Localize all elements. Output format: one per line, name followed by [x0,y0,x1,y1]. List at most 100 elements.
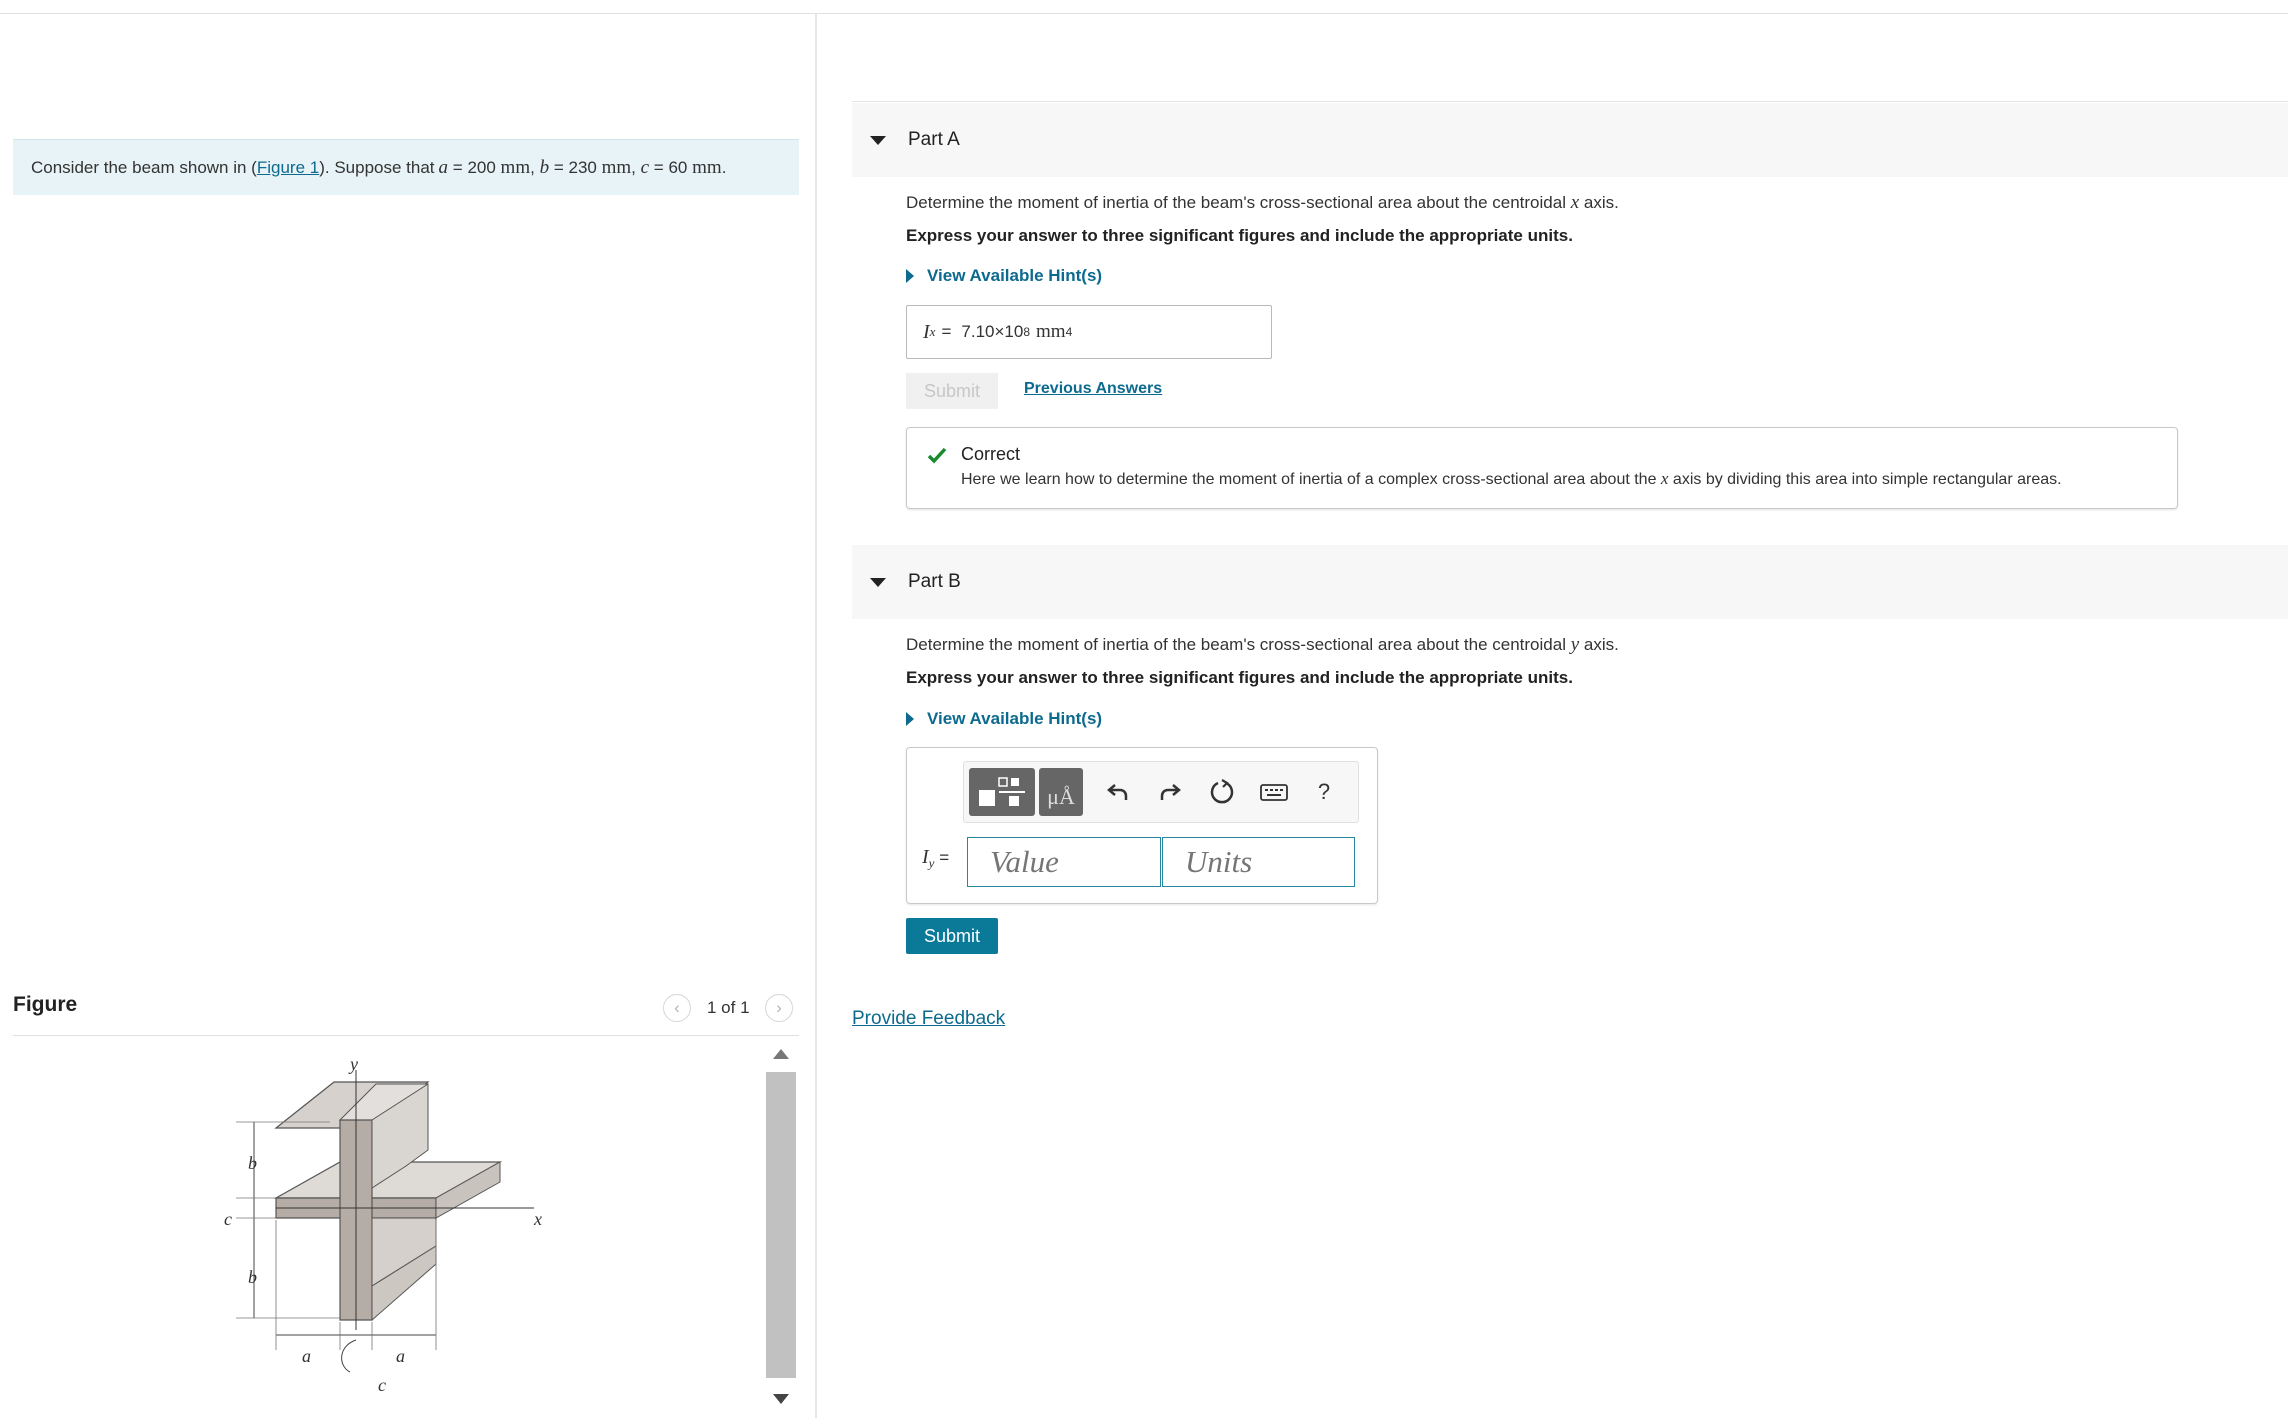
part-a-feedback: Correct Here we learn how to determine t… [906,427,2178,509]
figure-prev-button[interactable]: ‹ [663,994,691,1022]
problem-statement: Consider the beam shown in (Figure 1). S… [13,139,799,195]
problem-mid: ). Suppose that [319,157,435,177]
answer-unit: mm [1036,321,1066,342]
axis-symbol: x [1570,192,1580,213]
answer-subscript: x [929,324,936,339]
var-c: c [640,156,650,178]
answer-unit-exponent: 4 [1065,325,1073,339]
units-input[interactable] [1162,837,1355,887]
feedback-text: Here we learn how to determine the momen… [961,469,2062,489]
problem-prefix: Consider the beam shown in ( [31,157,257,177]
redo-button[interactable] [1152,774,1188,810]
part-a-top-border [852,101,2288,102]
help-icon: ? [1317,779,1331,804]
reset-button[interactable] [1204,774,1240,810]
part-b-label: Part B [908,571,961,592]
undo-button[interactable] [1100,774,1136,810]
beam-figure: y x b c b a a c [224,1054,542,1395]
part-b-question: Determine the moment of inertia of the b… [906,634,1619,656]
sep: , [530,157,535,177]
label-y-axis: y [348,1054,358,1074]
part-b-hint-toggle[interactable]: View Available Hint(s) [906,709,1102,729]
figure-counter: 1 of 1 [707,998,750,1017]
var-b: b [539,156,550,178]
answer-eq: = [939,848,950,867]
answer-symbol: I [923,320,930,343]
question-text-end: axis. [1579,635,1619,654]
math-toolbar: μÅ ? [963,761,1359,823]
value-input[interactable] [967,837,1161,887]
part-b-answer-editor: μÅ ? Iy = Value Units [906,747,1378,904]
part-b-header[interactable]: Part B [852,545,2288,619]
figure-next-button[interactable]: › [765,994,793,1022]
answer-eq: = [941,322,952,341]
c-unit: mm [692,156,722,178]
previous-answers-link[interactable]: Previous Answers [1024,380,1162,398]
hint-label: View Available Hint(s) [927,709,1103,728]
end-period: . [721,157,727,177]
part-a-hint-toggle[interactable]: View Available Hint(s) [906,266,1102,286]
eq-sign: = [553,157,564,177]
feedback-text-post: axis by dividing this area into simple r… [1668,471,2062,488]
answer-symbol: I [922,846,929,868]
label-x-axis: x [533,1209,542,1229]
a-unit: mm [500,156,531,178]
question-text-end: axis. [1579,193,1619,212]
part-a-instruction: Express your answer to three significant… [906,226,1573,245]
question-text: Determine the moment of inertia of the b… [906,193,1571,212]
keyboard-button[interactable] [1256,774,1292,810]
beam-drawing [236,1070,534,1373]
caret-right-icon [906,712,914,726]
scrollbar-thumb[interactable] [766,1072,796,1378]
label-a-right: a [396,1346,405,1366]
figure-title: Figure [13,993,78,1016]
figure-link[interactable]: Figure 1 [257,158,319,178]
answer-exponent: 8 [1023,325,1031,339]
pane-divider[interactable] [815,14,817,1418]
part-a-question: Determine the moment of inertia of the b… [906,192,1619,214]
units-icon: μÅ [1047,784,1075,809]
chevron-left-icon: ‹ [674,998,680,1017]
axis-symbol: y [1570,634,1580,655]
templates-icon [979,777,1025,806]
undo-icon [1107,784,1128,800]
b-unit: mm [601,156,632,178]
b-value: 230 [568,157,597,177]
sep: , [631,157,636,177]
a-value: 200 [467,157,496,177]
label-c-bottom: c [378,1375,386,1395]
redo-icon [1160,784,1181,800]
templates-button[interactable] [969,768,1035,816]
caret-down-icon [870,135,886,145]
part-a-answer-display: Ix = 7.10×10 8 mm 4 [906,305,1272,359]
units-button[interactable]: μÅ [1039,768,1083,816]
eq-sign: = [653,157,664,177]
keyboard-icon [1260,784,1288,801]
part-a-submit-button[interactable]: Submit [906,373,998,409]
eq-sign: = [452,157,463,177]
var-a: a [438,156,449,178]
caret-down-icon [870,577,886,587]
part-a-header[interactable]: Part A [852,103,2288,177]
part-b-submit-button[interactable]: Submit [906,918,998,954]
label-a-left: a [302,1346,311,1366]
provide-feedback-link[interactable]: Provide Feedback [852,1008,1005,1030]
caret-right-icon [906,269,914,283]
question-text: Determine the moment of inertia of the b… [906,635,1571,654]
help-button[interactable]: ? [1306,774,1342,810]
label-b-bottom: b [248,1267,257,1287]
answer-subscript: y [928,855,935,871]
reset-icon [1210,779,1234,804]
figure-divider [13,1035,799,1036]
feedback-text-pre: Here we learn how to determine the momen… [961,471,1661,488]
part-b-answer-label: Iy = [922,846,949,871]
label-c-left: c [224,1209,232,1229]
scroll-down-arrow-icon[interactable] [773,1394,789,1404]
top-border [0,13,2288,14]
scroll-up-arrow-icon[interactable] [773,1049,789,1059]
checkmark-icon [927,447,947,464]
part-a-label: Part A [908,129,960,150]
answer-value: 7.10×10 [961,322,1024,341]
part-b-instruction: Express your answer to three significant… [906,668,1573,687]
chevron-right-icon: › [776,998,782,1017]
